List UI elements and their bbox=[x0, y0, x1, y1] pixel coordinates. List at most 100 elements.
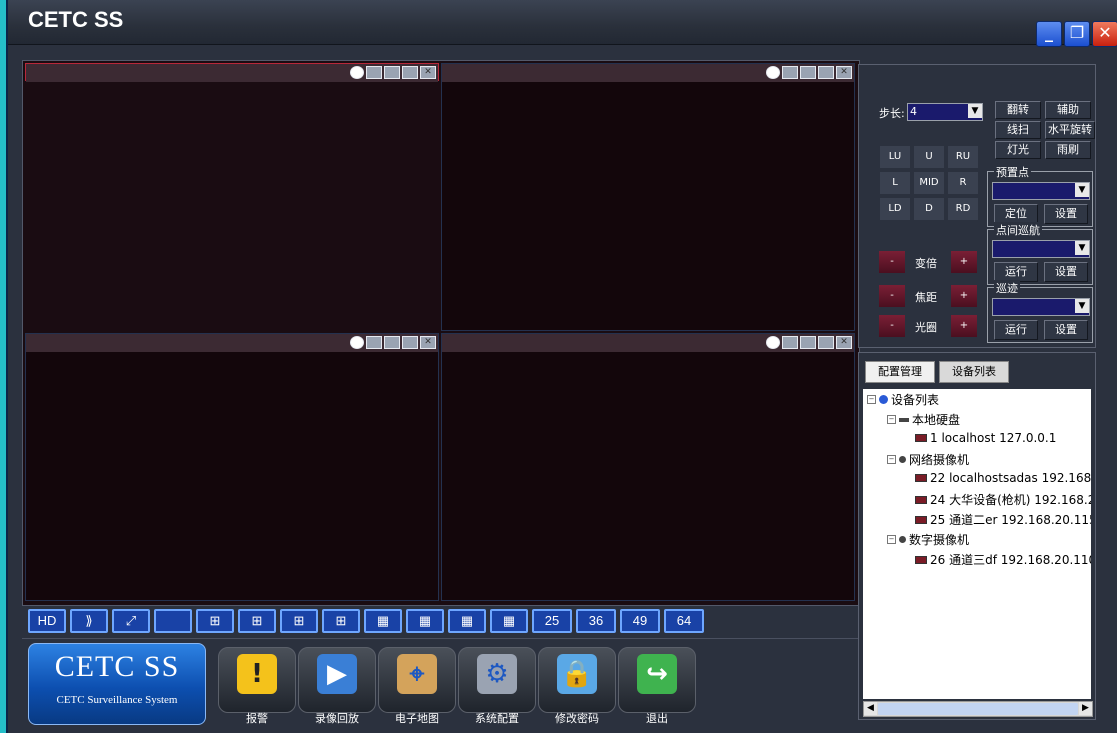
eye-icon[interactable] bbox=[350, 336, 364, 349]
video-pane-4[interactable]: ✕ bbox=[441, 333, 855, 601]
password-button[interactable]: 🔒 修改密码 bbox=[538, 647, 616, 725]
fullscreen-icon[interactable] bbox=[818, 336, 834, 349]
record-icon[interactable] bbox=[366, 336, 382, 349]
track-select[interactable]: ▼ bbox=[992, 298, 1090, 316]
dir-mid-button[interactable]: MID bbox=[913, 171, 945, 195]
scroll-right-icon[interactable]: ▶ bbox=[1079, 702, 1092, 715]
layout-36-button[interactable]: 36 bbox=[576, 609, 616, 633]
layout-6-icon[interactable]: ⊞ bbox=[238, 609, 276, 633]
layout-13-icon[interactable]: ▦ bbox=[448, 609, 486, 633]
snapshot-icon[interactable] bbox=[800, 66, 816, 79]
alarm-button[interactable]: ! 报警 bbox=[218, 647, 296, 725]
close-icon[interactable]: ✕ bbox=[420, 336, 436, 349]
iris-minus-button[interactable]: - bbox=[879, 315, 905, 337]
tree-item[interactable]: 1 localhost 127.0.0.1 bbox=[915, 431, 1056, 445]
playback-button[interactable]: ▶ 录像回放 bbox=[298, 647, 376, 725]
layout-49-button[interactable]: 49 bbox=[620, 609, 660, 633]
tree-digital-camera[interactable]: − 数字摄像机 bbox=[887, 531, 969, 548]
cruise-run-button[interactable]: 运行 bbox=[994, 262, 1038, 282]
collapse-icon[interactable]: − bbox=[867, 395, 876, 404]
tree-item[interactable]: 24 大华设备(枪机) 192.168.20.1 bbox=[915, 491, 1091, 508]
step-select[interactable]: 4 ▼ bbox=[907, 103, 983, 121]
fullscreen-icon[interactable] bbox=[818, 66, 834, 79]
video-pane-2[interactable]: ✕ bbox=[441, 63, 855, 331]
layout-64-button[interactable]: 64 bbox=[664, 609, 704, 633]
flip-button[interactable]: 翻转 bbox=[995, 101, 1041, 119]
video-pane-1[interactable]: ✕ bbox=[25, 63, 439, 82]
preset-select[interactable]: ▼ bbox=[992, 182, 1090, 200]
record-icon[interactable] bbox=[782, 336, 798, 349]
tree-root[interactable]: − 设备列表 bbox=[867, 391, 939, 408]
light-button[interactable]: 灯光 bbox=[995, 141, 1041, 159]
record-icon[interactable] bbox=[782, 66, 798, 79]
fullscreen-icon[interactable] bbox=[402, 66, 418, 79]
snapshot-icon[interactable] bbox=[384, 66, 400, 79]
zoom-plus-button[interactable]: + bbox=[951, 251, 977, 273]
tab-device-list[interactable]: 设备列表 bbox=[939, 361, 1009, 383]
collapse-icon[interactable]: − bbox=[887, 455, 896, 464]
dir-ru-button[interactable]: RU bbox=[947, 145, 979, 169]
cruise-set-button[interactable]: 设置 bbox=[1044, 262, 1088, 282]
tree-network-camera[interactable]: − 网络摄像机 bbox=[887, 451, 969, 468]
snapshot-icon[interactable] bbox=[800, 336, 816, 349]
record-icon[interactable] bbox=[366, 66, 382, 79]
video-pane-3[interactable]: ✕ bbox=[25, 333, 439, 601]
layout-16-icon[interactable]: ▦ bbox=[490, 609, 528, 633]
horizontal-rotate-button[interactable]: 水平旋转 bbox=[1045, 121, 1095, 139]
dir-r-button[interactable]: R bbox=[947, 171, 979, 195]
scroll-left-icon[interactable]: ◀ bbox=[864, 702, 877, 715]
layout-9-icon[interactable]: ▦ bbox=[364, 609, 402, 633]
map-button[interactable]: ⌖ 电子地图 bbox=[378, 647, 456, 725]
eye-icon[interactable] bbox=[766, 66, 780, 79]
zoom-minus-button[interactable]: - bbox=[879, 251, 905, 273]
line-scan-button[interactable]: 线扫 bbox=[995, 121, 1041, 139]
preset-set-button[interactable]: 设置 bbox=[1044, 204, 1088, 224]
focus-plus-button[interactable]: + bbox=[951, 285, 977, 307]
dir-lu-button[interactable]: LU bbox=[879, 145, 911, 169]
aux-button[interactable]: 辅助 bbox=[1045, 101, 1091, 119]
dir-rd-button[interactable]: RD bbox=[947, 197, 979, 221]
exit-button[interactable]: ↪ 退出 bbox=[618, 647, 696, 725]
scroll-thumb[interactable] bbox=[878, 703, 1078, 715]
tree-local-disk[interactable]: − 本地硬盘 bbox=[887, 411, 960, 428]
tree-item[interactable]: 25 通道二er 192.168.20.115 bbox=[915, 511, 1091, 528]
layout-25-button[interactable]: 25 bbox=[532, 609, 572, 633]
horizontal-scrollbar[interactable]: ◀ ▶ bbox=[863, 701, 1093, 717]
close-icon[interactable]: ✕ bbox=[420, 66, 436, 79]
layout-1-icon[interactable] bbox=[154, 609, 192, 633]
track-set-button[interactable]: 设置 bbox=[1044, 320, 1088, 340]
layout-8-icon[interactable]: ⊞ bbox=[280, 609, 318, 633]
tab-config[interactable]: 配置管理 bbox=[865, 361, 935, 383]
snapshot-icon[interactable] bbox=[384, 336, 400, 349]
title-bar[interactable]: CETC SS _ ❐ ✕ bbox=[8, 0, 1117, 47]
minimize-button[interactable]: _ bbox=[1036, 21, 1062, 47]
dir-l-button[interactable]: L bbox=[879, 171, 911, 195]
hd-button[interactable]: HD bbox=[28, 609, 66, 633]
layout-10-icon[interactable]: ▦ bbox=[406, 609, 444, 633]
maximize-button[interactable]: ❐ bbox=[1064, 21, 1090, 47]
fit-screen-icon[interactable]: ⤢ bbox=[112, 609, 150, 633]
dir-d-button[interactable]: D bbox=[913, 197, 945, 221]
focus-minus-button[interactable]: - bbox=[879, 285, 905, 307]
dir-u-button[interactable]: U bbox=[913, 145, 945, 169]
tree-item[interactable]: 26 通道三df 192.168.20.110 bbox=[915, 551, 1091, 568]
eye-icon[interactable] bbox=[350, 66, 364, 79]
track-run-button[interactable]: 运行 bbox=[994, 320, 1038, 340]
collapse-icon[interactable]: − bbox=[887, 535, 896, 544]
eye-icon[interactable] bbox=[766, 336, 780, 349]
collapse-icon[interactable]: − bbox=[887, 415, 896, 424]
wiper-button[interactable]: 雨刷 bbox=[1045, 141, 1091, 159]
tree-item[interactable]: 22 localhostsadas 192.168.20.12 bbox=[915, 471, 1091, 485]
close-button[interactable]: ✕ bbox=[1092, 21, 1117, 47]
sequence-icon[interactable]: ⟫ bbox=[70, 609, 108, 633]
layout-8b-icon[interactable]: ⊞ bbox=[322, 609, 360, 633]
close-icon[interactable]: ✕ bbox=[836, 66, 852, 79]
close-icon[interactable]: ✕ bbox=[836, 336, 852, 349]
fullscreen-icon[interactable] bbox=[402, 336, 418, 349]
dir-ld-button[interactable]: LD bbox=[879, 197, 911, 221]
layout-4-icon[interactable]: ⊞ bbox=[196, 609, 234, 633]
iris-plus-button[interactable]: + bbox=[951, 315, 977, 337]
preset-locate-button[interactable]: 定位 bbox=[994, 204, 1038, 224]
cruise-select[interactable]: ▼ bbox=[992, 240, 1090, 258]
settings-button[interactable]: ⚙ 系统配置 bbox=[458, 647, 536, 725]
